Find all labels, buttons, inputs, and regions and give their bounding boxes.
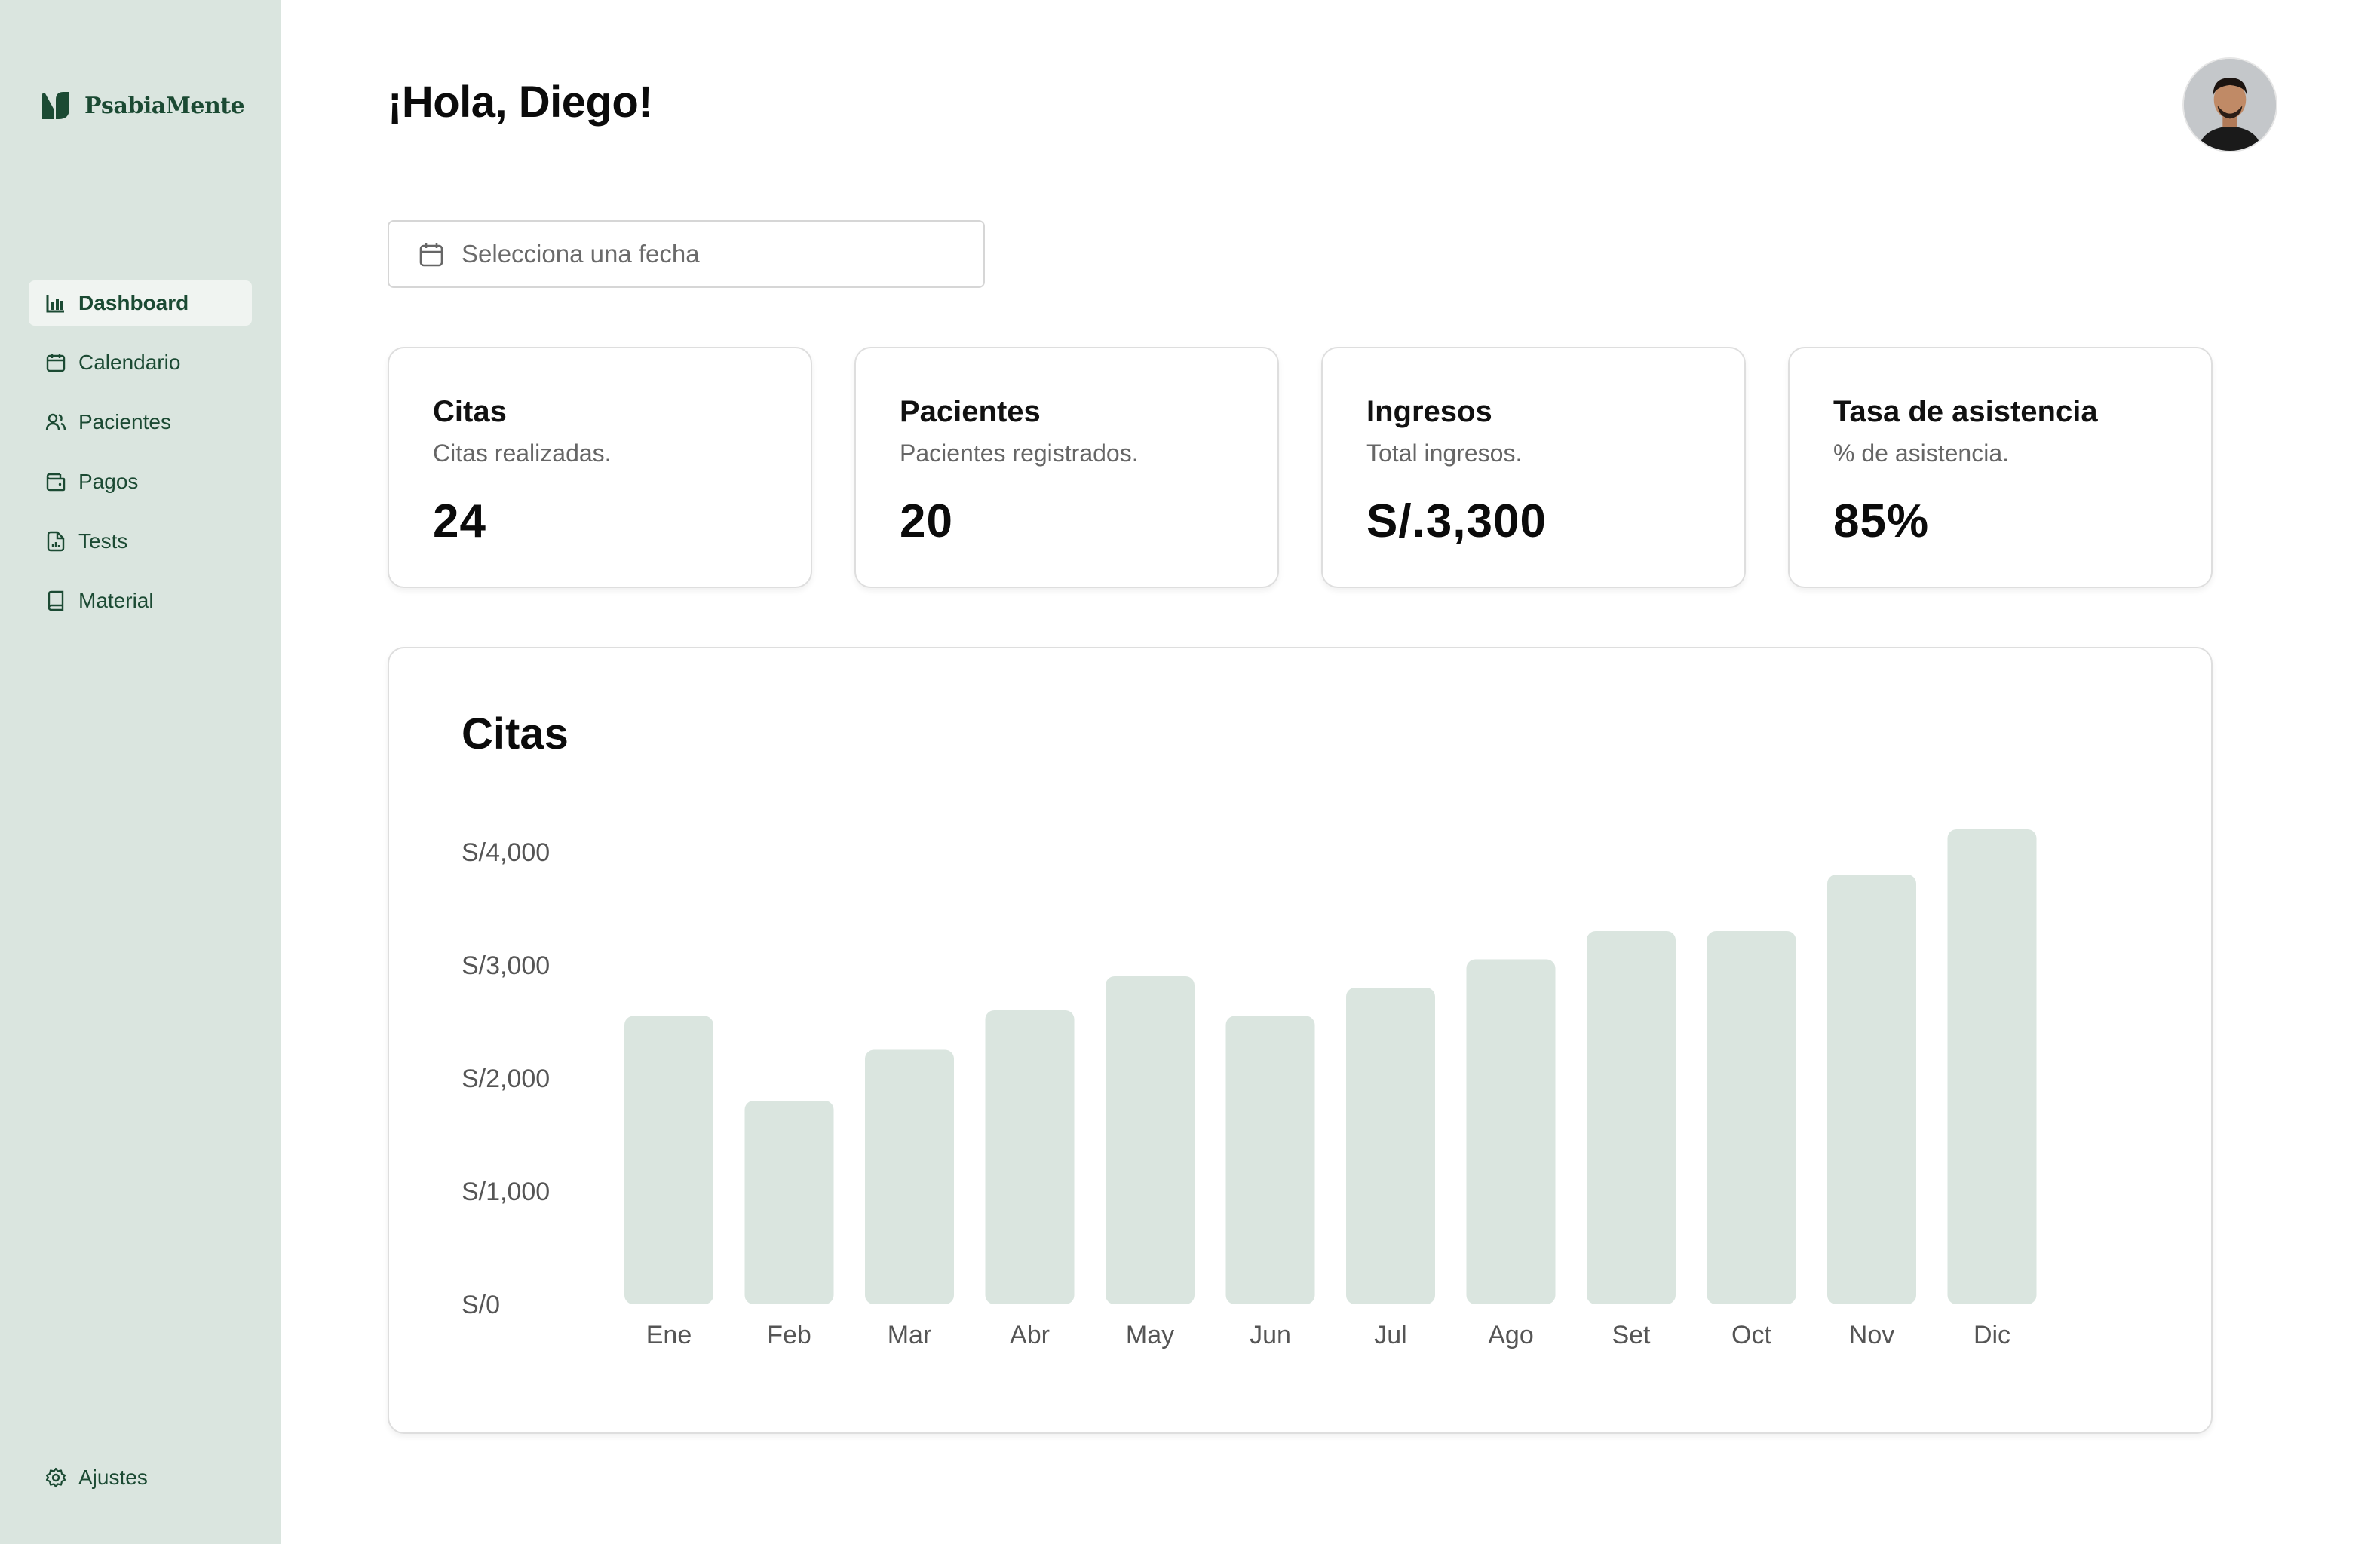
sidebar-item-label: Pagos — [78, 470, 139, 493]
sidebar-item-label: Tests — [78, 529, 128, 553]
x-tick-label: Set — [1612, 1321, 1651, 1349]
chart-bar[interactable] — [1106, 976, 1195, 1304]
sidebar-item-dashboard[interactable]: Dashboard — [29, 280, 252, 326]
brand[interactable]: PsabiaMente — [39, 89, 245, 122]
x-tick-label: May — [1126, 1321, 1174, 1349]
chart-bar[interactable] — [624, 1016, 713, 1305]
sidebar-item-label: Ajustes — [78, 1466, 148, 1489]
sidebar-item-material[interactable]: Material — [29, 578, 252, 623]
x-tick-label: Nov — [1849, 1321, 1894, 1349]
stat-card-asistencia: Tasa de asistencia % de asistencia. 85% — [1788, 347, 2213, 588]
stat-title: Tasa de asistencia — [1833, 395, 2098, 428]
chart-bar[interactable] — [1707, 931, 1796, 1304]
x-tick-label: Jun — [1250, 1321, 1291, 1349]
sidebar-item-pagos[interactable]: Pagos — [29, 459, 252, 504]
chart-bar[interactable] — [1827, 875, 1916, 1304]
x-tick-label: Ene — [646, 1321, 692, 1349]
x-tick-label: Mar — [888, 1321, 932, 1349]
brand-name: PsabiaMente — [84, 92, 245, 119]
x-tick-label: Jul — [1374, 1321, 1406, 1349]
sidebar-item-label: Material — [78, 589, 154, 612]
sidebar-item-calendario[interactable]: Calendario — [29, 340, 252, 385]
x-tick-label: Abr — [1010, 1321, 1050, 1349]
y-tick-label: S/0 — [462, 1291, 500, 1319]
chart-bar[interactable] — [1466, 959, 1556, 1305]
stat-card-pacientes: Pacientes Pacientes registrados. 20 — [854, 347, 1279, 588]
stat-card-citas: Citas Citas realizadas. 24 — [388, 347, 812, 588]
calendar-icon — [418, 240, 445, 268]
bar-chart: S/4,000 S/3,000 S/2,000 S/1,000 S/0 Ene Feb Mar… — [462, 829, 2037, 1349]
leaf-logo-icon — [39, 89, 72, 122]
page-title: ¡Hola, Diego! — [388, 78, 653, 127]
stat-card-ingresos: Ingresos Total ingresos. S/.3,300 — [1321, 347, 1746, 588]
stat-title: Citas — [433, 395, 507, 428]
stat-subtitle: Total ingresos. — [1366, 440, 1523, 467]
stat-value: 24 — [433, 495, 486, 547]
stat-value: 85% — [1833, 495, 1930, 547]
stat-subtitle: Pacientes registrados. — [900, 440, 1139, 467]
chart-bar[interactable] — [1225, 1016, 1315, 1305]
chart-bar[interactable] — [1587, 931, 1676, 1304]
file-chart-icon — [45, 531, 66, 552]
sidebar-nav: Dashboard Calendario Pacientes Pagos Tes… — [29, 280, 252, 638]
stat-value: S/.3,300 — [1366, 495, 1547, 547]
chart-bar[interactable] — [744, 1101, 834, 1304]
x-tick-label: Oct — [1731, 1321, 1771, 1349]
gear-icon — [45, 1467, 66, 1488]
sidebar-item-label: Dashboard — [78, 291, 189, 314]
chart-bar[interactable] — [1947, 829, 2037, 1304]
date-picker[interactable] — [388, 220, 985, 288]
y-tick-label: S/2,000 — [462, 1065, 550, 1093]
x-tick-label: Ago — [1488, 1321, 1534, 1349]
stat-subtitle: Citas realizadas. — [433, 440, 612, 467]
sidebar-item-tests[interactable]: Tests — [29, 519, 252, 564]
x-tick-label: Dic — [1974, 1321, 2010, 1349]
date-input[interactable] — [462, 240, 944, 268]
x-tick-label: Feb — [767, 1321, 811, 1349]
stats-row: Citas Citas realizadas. 24 Pacientes Pac… — [388, 347, 2213, 588]
sidebar: PsabiaMente Dashboard Calendario Pacient… — [0, 0, 281, 1544]
users-icon — [45, 412, 66, 433]
chart-card: Citas S/4,000 S/3,000 S/2,000 S/1,000 S/0 Ene… — [388, 647, 2213, 1434]
y-tick-label: S/3,000 — [462, 951, 550, 980]
sidebar-item-label: Pacientes — [78, 410, 171, 433]
stat-subtitle: % de asistencia. — [1833, 440, 2010, 467]
chart-bar[interactable] — [1346, 988, 1435, 1304]
sidebar-item-pacientes[interactable]: Pacientes — [29, 400, 252, 445]
chart-bar[interactable] — [985, 1010, 1075, 1304]
chart-bar[interactable] — [865, 1049, 954, 1305]
bar-chart-icon — [45, 293, 66, 314]
sidebar-item-label: Calendario — [78, 351, 181, 374]
calendar-icon — [45, 352, 66, 373]
wallet-icon — [45, 471, 66, 492]
stat-title: Ingresos — [1366, 395, 1492, 428]
y-tick-label: S/4,000 — [462, 838, 550, 867]
sidebar-item-ajustes[interactable]: Ajustes — [29, 1455, 252, 1500]
avatar[interactable] — [2182, 57, 2277, 152]
y-tick-label: S/1,000 — [462, 1178, 550, 1206]
book-icon — [45, 590, 66, 611]
stat-value: 20 — [900, 495, 953, 547]
stat-title: Pacientes — [900, 395, 1041, 428]
